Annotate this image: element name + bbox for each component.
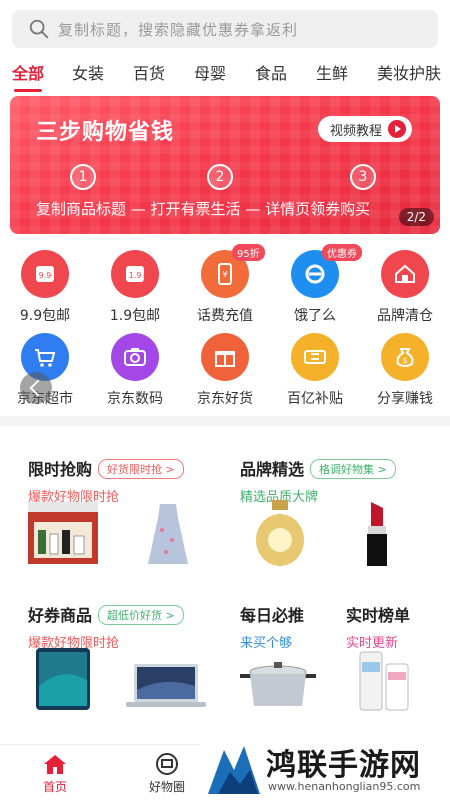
category-grid-row-1: 9.9 9.9包邮 1.9 1.9包邮 ¥ 话费充值 95折 饿了么 优惠券 品… <box>0 244 450 325</box>
perfume-image <box>256 500 304 566</box>
category-share-earn[interactable]: $ 分享赚钱 <box>360 333 450 408</box>
category-brand-clearance[interactable]: 品牌清仓 <box>360 250 450 325</box>
page-indicator: 2/2 <box>398 208 434 226</box>
search-icon <box>29 19 49 39</box>
9.9-tag-icon: 9.9 <box>21 250 69 298</box>
card-title: 好券商品 <box>28 606 93 625</box>
tab-all[interactable]: 全部 <box>12 60 44 92</box>
category-tabs: 全部 女装 百货 母婴 食品 生鲜 美妆护肤 <box>0 56 450 92</box>
card-title: 品牌精选 <box>240 460 305 479</box>
category-grid-row-2: 京东超市 京东数码 京东好货 百亿补贴 $ 分享赚钱 <box>0 333 450 408</box>
card-pill-button[interactable]: 格调好物集 > <box>310 459 396 479</box>
gift-icon <box>201 333 249 381</box>
card-subtitle: 来买个够 <box>240 636 293 651</box>
discount-badge: 95折 <box>232 244 265 261</box>
video-tutorial-button[interactable]: 视频教程 <box>317 116 412 142</box>
cosmetics-set-image <box>28 502 98 564</box>
house-icon <box>381 250 429 298</box>
svg-text:9.9: 9.9 <box>39 271 52 280</box>
nav-home-label: 首页 <box>42 780 67 794</box>
category-label: 分享赚钱 <box>377 391 433 407</box>
card-pill-button[interactable]: 好货限时抢 > <box>98 459 184 479</box>
play-icon <box>388 120 406 138</box>
home-icon <box>44 755 66 774</box>
flash-sale-card[interactable]: 限时抢购 好货限时抢 > 爆款好物限时抢 <box>28 456 184 505</box>
category-label: 1.9包邮 <box>109 308 161 324</box>
baby-lotion-image <box>359 651 409 711</box>
back-arrow-icon[interactable] <box>20 372 52 404</box>
cooking-pot-image <box>240 662 316 706</box>
svg-text:$: $ <box>402 356 407 365</box>
card-title: 每日必推 <box>240 606 305 625</box>
watermark-logo-icon <box>208 746 260 794</box>
site-watermark: 鸿联手游网 www.henanhonglian95.com <box>200 736 450 800</box>
svg-text:1.9: 1.9 <box>129 271 142 280</box>
search-bar[interactable]: 复制标题，搜索隐藏优惠券拿返利 <box>12 10 438 48</box>
category-label: 话费充值 <box>197 308 253 324</box>
coupon-badge: 优惠券 <box>322 244 362 261</box>
banner-title: 三步购物省钱 <box>36 120 175 145</box>
dress-image <box>148 504 188 564</box>
category-9-9[interactable]: 9.9 9.9包邮 <box>0 250 90 325</box>
realtime-ranking-card[interactable]: 实时榜单 实时更新 <box>346 602 410 651</box>
category-jd-goods[interactable]: 京东好货 <box>180 333 270 408</box>
category-label: 京东好货 <box>197 391 253 407</box>
lipstick-image <box>367 502 387 566</box>
category-label: 品牌清仓 <box>377 308 433 324</box>
tab-food[interactable]: 食品 <box>255 60 287 84</box>
ticket-icon <box>291 333 339 381</box>
nav-good-stuff-label: 好物圈 <box>148 780 185 794</box>
category-label: 饿了么 <box>294 308 336 324</box>
promo-banner[interactable]: 三步购物省钱 视频教程 1 2 3 复制商品标题 — 打开有票生活 — 详情页领… <box>10 96 440 234</box>
banner-steps: 复制商品标题 — 打开有票生活 — 详情页领券购买 <box>36 200 371 218</box>
category-jd-digital[interactable]: 京东数码 <box>90 333 180 408</box>
video-tutorial-label: 视频教程 <box>329 123 382 139</box>
section-divider <box>0 416 450 426</box>
tab-beauty[interactable]: 美妆护肤 <box>377 60 441 84</box>
bookmark-circle-icon <box>156 753 178 775</box>
category-label: 百亿补贴 <box>287 391 343 407</box>
category-recharge[interactable]: ¥ 话费充值 95折 <box>180 244 270 325</box>
watermark-text: 鸿联手游网 <box>266 748 421 783</box>
category-label: 9.9包邮 <box>19 308 71 324</box>
card-title: 限时抢购 <box>28 460 93 479</box>
tab-general[interactable]: 百货 <box>133 60 165 84</box>
nav-home[interactable]: 首页 <box>20 753 90 795</box>
category-subsidy[interactable]: 百亿补贴 <box>270 333 360 408</box>
category-1-9[interactable]: 1.9 1.9包邮 <box>90 250 180 325</box>
category-label: 京东数码 <box>107 391 163 407</box>
money-bag-icon: $ <box>381 333 429 381</box>
daily-picks-card[interactable]: 每日必推 来买个够 <box>240 602 304 651</box>
tab-baby[interactable]: 母婴 <box>194 60 226 84</box>
card-title: 实时榜单 <box>346 606 411 625</box>
svg-text:¥: ¥ <box>222 270 227 279</box>
camera-icon <box>111 333 159 381</box>
watermark-url: www.henanhonglian95.com <box>268 780 421 793</box>
laptop-image <box>126 664 206 707</box>
coupon-goods-card[interactable]: 好券商品 超低价好货 > 爆款好物限时抢 <box>28 602 184 651</box>
1.9-tag-icon: 1.9 <box>111 250 159 298</box>
search-placeholder[interactable]: 复制标题，搜索隐藏优惠券拿返利 <box>58 19 298 40</box>
category-eleme[interactable]: 饿了么 优惠券 <box>270 244 362 325</box>
nav-good-stuff[interactable]: 好物圈 <box>132 753 202 795</box>
tab-women[interactable]: 女装 <box>72 60 104 84</box>
tab-fresh[interactable]: 生鲜 <box>316 60 348 84</box>
card-pill-button[interactable]: 超低价好货 > <box>98 605 184 625</box>
phone-image <box>36 648 90 710</box>
step-number: 1 <box>70 164 96 190</box>
step-number: 2 <box>207 164 233 190</box>
step-number: 3 <box>350 164 376 190</box>
